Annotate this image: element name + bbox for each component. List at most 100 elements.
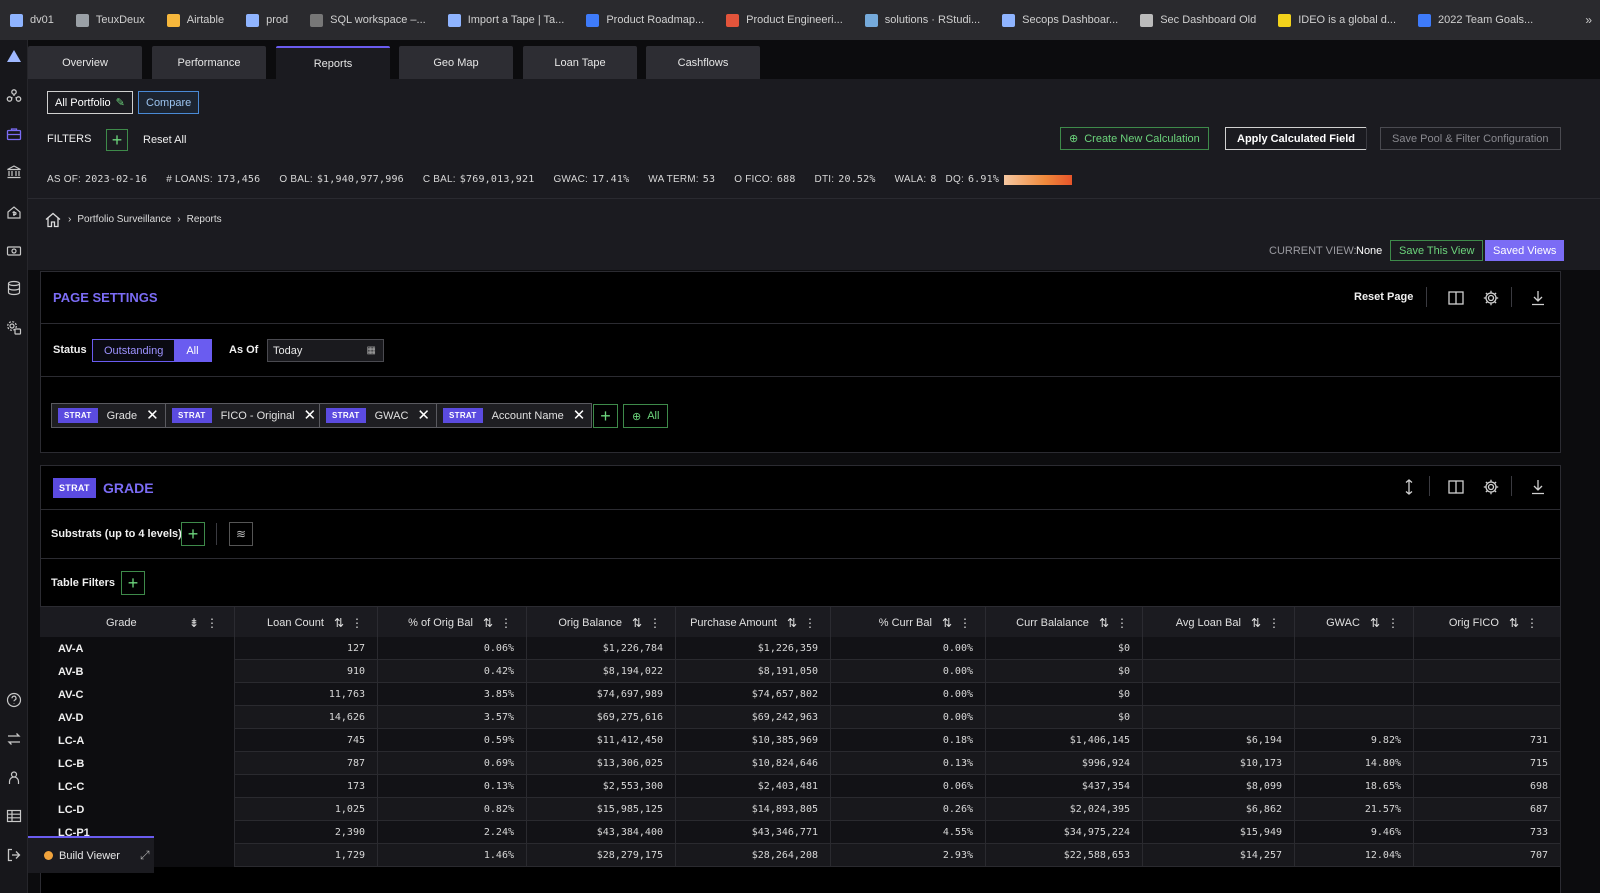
expand-vertical-icon[interactable]: [1400, 478, 1418, 496]
kebab-menu-icon[interactable]: ⋮: [804, 616, 816, 630]
download-icon[interactable]: [1529, 289, 1547, 307]
sort-icon[interactable]: ⇅: [942, 616, 952, 630]
kebab-menu-icon[interactable]: ⋮: [351, 616, 363, 630]
tab-cashflows[interactable]: Cashflows: [646, 46, 760, 79]
settings-cog-icon[interactable]: [6, 320, 22, 336]
logout-icon[interactable]: [6, 847, 22, 863]
column-header-curr-balance[interactable]: Curr Balalance ⇅ ⋮: [986, 607, 1143, 638]
people-icon[interactable]: [6, 770, 22, 786]
kebab-menu-icon[interactable]: ⋮: [1387, 616, 1399, 630]
bookmark-item[interactable]: Secops Dashboar...: [1002, 13, 1118, 27]
home-icon[interactable]: [44, 211, 62, 229]
portfolio-selector[interactable]: All Portfolio ✎: [47, 91, 133, 114]
breadcrumb-reports[interactable]: Reports: [187, 214, 222, 225]
bookmark-item[interactable]: TeuxDeux: [75, 13, 145, 27]
bank-icon[interactable]: [6, 164, 22, 180]
sort-icon[interactable]: ⇅: [787, 616, 797, 630]
bookmark-item[interactable]: solutions · RStudi...: [864, 13, 980, 27]
download-icon[interactable]: [1529, 478, 1547, 496]
add-table-filter-button[interactable]: +: [121, 571, 145, 595]
logo-icon[interactable]: [6, 48, 22, 64]
column-header-purchase-amount[interactable]: Purchase Amount ⇅ ⋮: [676, 607, 831, 638]
column-header-gwac[interactable]: GWAC ⇅ ⋮: [1295, 607, 1414, 638]
cash-icon[interactable]: [6, 243, 22, 259]
strat-chip-grade[interactable]: STRAT Grade ✕: [51, 403, 166, 428]
strat-chip-account-name[interactable]: STRAT Account Name ✕: [436, 403, 593, 428]
table-row[interactable]: LC-A 745 0.59% $11,412,450 $10,385,969 0.18% $…: [40, 729, 1561, 752]
kebab-menu-icon[interactable]: ⋮: [1116, 616, 1128, 630]
help-icon[interactable]: [6, 692, 22, 708]
sort-icon[interactable]: ⇅: [1099, 616, 1109, 630]
bookmark-item[interactable]: Import a Tape | Ta...: [447, 13, 564, 27]
sort-icon[interactable]: ⇅: [334, 616, 344, 630]
tab-loan-tape[interactable]: Loan Tape: [523, 46, 637, 79]
bookmark-item[interactable]: 2022 Team Goals...: [1418, 13, 1533, 27]
gear-icon[interactable]: [1482, 478, 1500, 496]
apply-calculated-field-button[interactable]: Apply Calculated Field: [1225, 127, 1367, 150]
strat-chip-gwac[interactable]: STRAT GWAC ✕: [319, 403, 437, 428]
table-row[interactable]: AV-B 910 0.42% $8,194,022 $8,191,050 0.00% $0: [40, 660, 1561, 683]
sort-icon[interactable]: ⇅: [1509, 616, 1519, 630]
bookmark-item[interactable]: IDEO is a global d...: [1278, 13, 1396, 27]
column-header-orig-fico[interactable]: Orig FICO ⇅ ⋮: [1414, 607, 1561, 638]
substrat-layers-button[interactable]: ≋: [229, 522, 253, 546]
swap-icon[interactable]: [6, 731, 22, 747]
sort-icon[interactable]: ⇅: [483, 616, 493, 630]
tab-reports[interactable]: Reports: [276, 46, 390, 79]
table-row[interactable]: LC-P1 2,390 2.24% $43,384,400 $43,346,771 4.5…: [40, 821, 1561, 844]
kebab-menu-icon[interactable]: ⋮: [1526, 616, 1538, 630]
bookmark-item[interactable]: prod: [246, 13, 288, 27]
column-header-grade[interactable]: Grade ⇟ ⋮: [40, 607, 235, 638]
bookmark-item[interactable]: dv01: [10, 13, 54, 27]
database-icon[interactable]: [6, 280, 22, 296]
add-filter-button[interactable]: +: [106, 129, 128, 151]
tab-geo-map[interactable]: Geo Map: [399, 46, 513, 79]
column-header-orig-balance[interactable]: Orig Balance ⇅ ⋮: [527, 607, 676, 638]
column-header-loan-count[interactable]: Loan Count ⇅ ⋮: [235, 607, 378, 638]
sort-desc-icon[interactable]: ⇟: [189, 616, 199, 630]
table-row[interactable]: AV-A 127 0.06% $1,226,784 $1,226,359 0.00% $0: [40, 637, 1561, 660]
column-header-avg-loan-bal[interactable]: Avg Loan Bal ⇅ ⋮: [1143, 607, 1295, 638]
add-all-strats-button[interactable]: ⊕ All: [623, 404, 669, 428]
saved-views-button[interactable]: Saved Views: [1485, 240, 1565, 261]
compare-button[interactable]: Compare: [138, 91, 200, 114]
table-row[interactable]: AV-D 14,626 3.57% $69,275,616 $69,242,963 0.0…: [40, 706, 1561, 729]
bookmark-item[interactable]: Product Roadmap...: [586, 13, 704, 27]
save-pool-button[interactable]: Save Pool & Filter Configuration: [1380, 127, 1561, 150]
kebab-menu-icon[interactable]: ⋮: [649, 616, 661, 630]
status-outstanding-option[interactable]: Outstanding: [93, 340, 175, 361]
gear-icon[interactable]: [1482, 289, 1500, 307]
add-substrat-button[interactable]: +: [181, 522, 205, 546]
sort-icon[interactable]: ⇅: [1370, 616, 1380, 630]
table-row[interactable]: LC-C 173 0.13% $2,553,300 $2,403,481 0.06% $43…: [40, 775, 1561, 798]
reset-all-link[interactable]: Reset All: [143, 134, 186, 146]
bookmark-item[interactable]: SQL workspace –...: [310, 13, 426, 27]
network-icon[interactable]: [6, 88, 22, 104]
close-icon[interactable]: ✕: [146, 408, 159, 423]
table-row[interactable]: LC-B 787 0.69% $13,306,025 $10,824,646 0.13% $…: [40, 752, 1561, 775]
table-row[interactable]: AV-C 11,763 3.85% $74,697,989 $74,657,802 0.0…: [40, 683, 1561, 706]
kebab-menu-icon[interactable]: ⋮: [206, 616, 218, 630]
table-row[interactable]: LC-D 1,025 0.82% $15,985,125 $14,893,805 0.26…: [40, 798, 1561, 821]
sort-icon[interactable]: ⇅: [632, 616, 642, 630]
column-header-pct-orig-bal[interactable]: % of Orig Bal ⇅ ⋮: [378, 607, 527, 638]
bookmark-item[interactable]: Airtable: [166, 13, 224, 27]
column-header-pct-curr-bal[interactable]: % Curr Bal ⇅ ⋮: [831, 607, 986, 638]
briefcase-icon[interactable]: [6, 126, 22, 142]
expand-icon[interactable]: ⤢: [140, 848, 150, 863]
as-of-date-input[interactable]: Today ▦: [267, 339, 384, 362]
status-all-option[interactable]: All: [174, 340, 211, 361]
house-dollar-icon[interactable]: [6, 204, 22, 220]
bookmark-item[interactable]: Product Engineeri...: [726, 13, 843, 27]
sort-icon[interactable]: ⇅: [1251, 616, 1261, 630]
tab-overview[interactable]: Overview: [28, 46, 142, 79]
kebab-menu-icon[interactable]: ⋮: [1268, 616, 1280, 630]
reset-page-button[interactable]: Reset Page: [1354, 291, 1413, 303]
bookmark-item[interactable]: Sec Dashboard Old: [1140, 13, 1256, 27]
bookmarks-overflow-button[interactable]: »: [1585, 13, 1592, 27]
save-this-view-button[interactable]: Save This View: [1390, 240, 1484, 261]
close-icon[interactable]: ✕: [417, 408, 430, 423]
table-icon[interactable]: [6, 808, 22, 824]
build-viewer-bar[interactable]: Build Viewer ⤢: [28, 836, 154, 873]
close-icon[interactable]: ✕: [573, 408, 586, 423]
